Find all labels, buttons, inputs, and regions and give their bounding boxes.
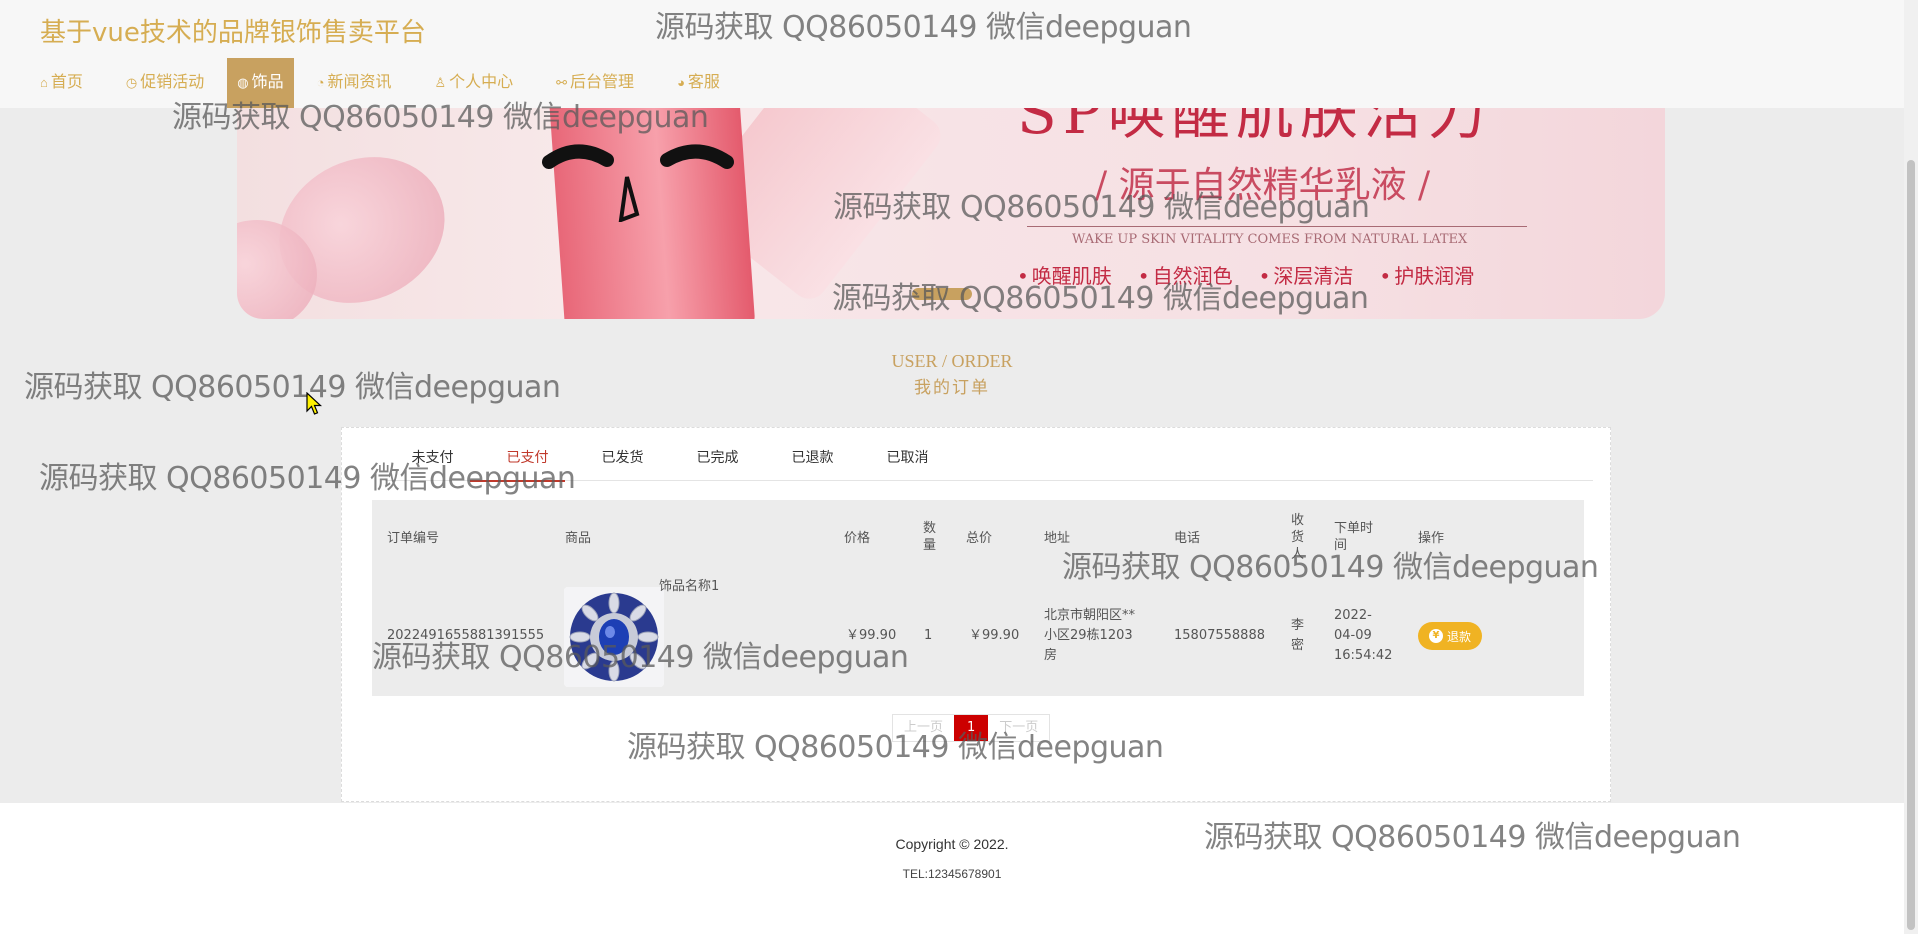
service-icon: ◕ xyxy=(677,75,685,90)
price-value: ￥99.90 xyxy=(846,628,897,643)
nav-item-label: 促销活动 xyxy=(140,74,205,91)
carousel-indicator[interactable] xyxy=(912,288,972,300)
banner-english: WAKE UP SKIN VITALITY COMES FROM NATURAL… xyxy=(1072,232,1468,247)
scrollbar-thumb[interactable] xyxy=(1907,160,1915,930)
refund-button-label: 退款 xyxy=(1446,629,1471,644)
telephone-text: TEL:12345678901 xyxy=(902,867,1002,881)
nav-item-label: 首页 xyxy=(50,74,83,91)
phone-value: 15807558888 xyxy=(1174,628,1265,643)
nav-item-news[interactable]: ◔ 新闻资讯 xyxy=(307,58,402,108)
nav-item-label: 个人中心 xyxy=(449,74,514,91)
tab-paid[interactable]: 已支付 xyxy=(470,450,575,482)
section-title: 我的订单 xyxy=(914,378,990,398)
brooch-image xyxy=(564,587,664,687)
yen-coin-icon: ¥ xyxy=(1428,629,1443,643)
nav-item-home[interactable]: ⌂ 首页 xyxy=(30,58,93,108)
column-header-action: 操作 xyxy=(1418,531,1445,546)
tab-refunded[interactable]: 已退款 xyxy=(765,450,860,480)
column-header-product: 商品 xyxy=(565,531,592,546)
column-header-price: 价格 xyxy=(844,531,871,546)
site-header: 基于vue技术的品牌银饰售卖平台 ⌂ 首页 ◷ 促销活动 ◍ 饰品 ◔ 新闻资讯… xyxy=(0,0,1904,108)
home-icon: ⌂ xyxy=(40,75,48,90)
banner-divider xyxy=(1027,226,1527,227)
tab-unpaid[interactable]: 未支付 xyxy=(385,450,480,480)
address-value: 北京市朝阳区**小区29栋1203房 xyxy=(1044,608,1136,663)
nav-item-customer-service[interactable]: ◕ 客服 xyxy=(667,58,730,108)
order-number: 20224916558813915​55 xyxy=(387,628,545,643)
mouse-cursor-icon xyxy=(306,392,322,415)
column-header-time: 下单时 间 xyxy=(1334,521,1374,553)
page-scrollbar[interactable] xyxy=(1904,0,1918,934)
tab-cancelled[interactable]: 已取消 xyxy=(860,450,955,480)
face-doodle-icon xyxy=(542,144,734,222)
product-image[interactable] xyxy=(564,587,664,687)
column-header-receiver: 收 货 人 xyxy=(1291,513,1305,562)
column-header-phone: 电话 xyxy=(1174,531,1201,546)
clock-icon: ◷ xyxy=(125,75,138,90)
nav-item-jewelry[interactable]: ◍ 饰品 xyxy=(227,58,294,108)
site-footer: Copyright © 2022. TEL:12345678901 xyxy=(0,803,1904,934)
column-header-address: 地址 xyxy=(1044,531,1071,546)
copyright-text: Copyright © 2022. xyxy=(895,836,1009,852)
order-time-value: 2022- 04-09 16:54:42 xyxy=(1334,608,1393,663)
banner-tags: 唤醒肌肤 自然润色 深层清洁 护肤润滑 xyxy=(1017,260,1474,289)
nav-item-label: 新闻资讯 xyxy=(327,74,392,91)
order-status-tabs: 未支付 已支付 已发货 已完成 已退款 已取消 xyxy=(385,450,1593,482)
main-nav: ⌂ 首页 ◷ 促销活动 ◍ 饰品 ◔ 新闻资讯 ♙ 个人中心 ⚯ 后台管理 ◕ … xyxy=(30,58,753,108)
receiver-value: 李 密 xyxy=(1291,618,1305,653)
banner-tag: 护肤润滑 xyxy=(1379,260,1474,289)
link-icon: ⚯ xyxy=(556,75,568,90)
column-header-qty: 数 量 xyxy=(923,521,937,553)
product-name[interactable]: 饰品名称1 xyxy=(659,577,719,597)
next-page-button[interactable]: 下一页 xyxy=(988,715,1050,741)
column-header-total: 总价 xyxy=(966,531,993,546)
banner-tag: 唤醒肌肤 xyxy=(1017,260,1112,289)
tab-shipped[interactable]: 已发货 xyxy=(575,450,670,480)
nav-item-personal-center[interactable]: ♙ 个人中心 xyxy=(424,58,523,108)
total-value: ￥99.90 xyxy=(969,628,1020,643)
user-icon: ♙ xyxy=(434,75,447,90)
banner-tag: 深层清洁 xyxy=(1259,260,1353,289)
section-title-english: USER / ORDER xyxy=(891,351,1013,371)
nav-item-admin[interactable]: ⚯ 后台管理 xyxy=(546,58,644,108)
tab-completed[interactable]: 已完成 xyxy=(670,450,765,480)
quantity-value: 1 xyxy=(924,628,933,643)
nav-item-label: 饰品 xyxy=(251,74,284,91)
refund-button[interactable]: ¥ 退款 xyxy=(1418,622,1482,650)
smile-icon: ◔ xyxy=(316,75,325,90)
banner-carousel[interactable]: SP唤醒肌肤活力 / 源于自然精华乳液 / WAKE UP SKIN VITAL… xyxy=(237,100,1665,319)
banner-subtitle: / 源于自然精华乳液 / xyxy=(1095,165,1431,206)
prev-page-button[interactable]: 上一页 xyxy=(893,715,955,741)
nav-item-label: 客服 xyxy=(687,74,720,91)
banner-tag: 自然润色 xyxy=(1138,260,1233,289)
nav-item-label: 后台管理 xyxy=(570,74,635,91)
column-header-order-no: 订单编号 xyxy=(387,531,440,546)
pagination: 上一页 1 下一页 xyxy=(892,714,1051,742)
page-number-button[interactable]: 1 xyxy=(954,715,989,741)
order-table: 订单编号 商品 价格 数 量 总价 地址 电话 收 货 人 下单时 间 操作 2… xyxy=(372,500,1584,696)
globe-icon: ◍ xyxy=(237,75,249,90)
order-panel: 未支付 已支付 已发货 已完成 已退款 已取消 订单编号 商品 价格 数 量 总… xyxy=(341,427,1611,802)
site-title[interactable]: 基于vue技术的品牌银饰售卖平台 xyxy=(40,12,426,49)
nav-item-promotion[interactable]: ◷ 促销活动 xyxy=(116,58,214,108)
